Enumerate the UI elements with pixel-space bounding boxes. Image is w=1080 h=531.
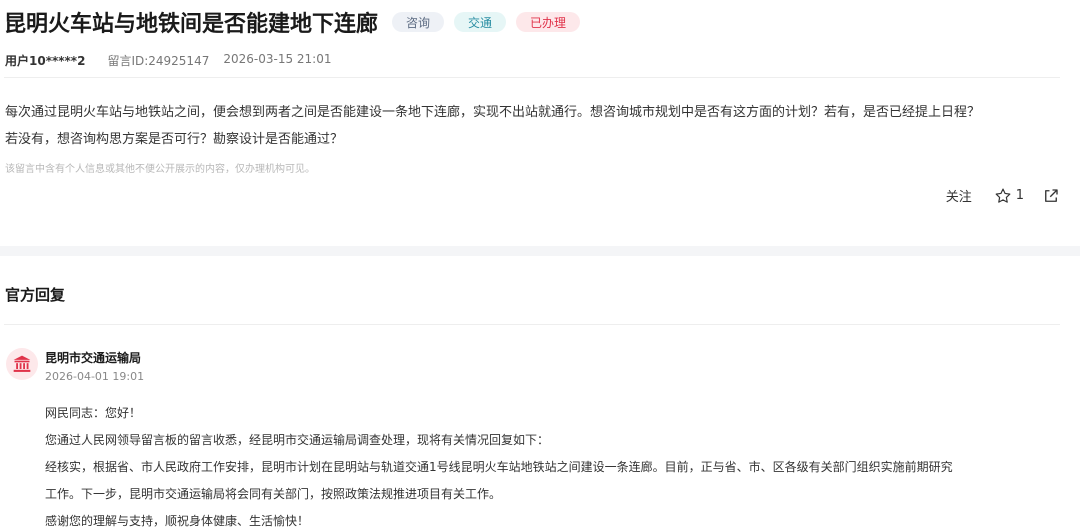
reply-line: 网民同志：您好！ <box>45 406 142 420</box>
message-body-line: 若没有，想咨询构思方案是否可行？勘察设计是否能通过？ <box>5 132 344 147</box>
section-separator <box>0 246 1080 256</box>
page-title: 昆明火车站与地铁间是否能建地下连廊 <box>4 12 379 37</box>
reply-line: 感谢您的理解与支持，顺祝身体健康、生活愉快！ <box>45 514 310 528</box>
government-building-icon <box>13 355 31 372</box>
message-time: 2026-03-15 21:01 <box>223 52 332 66</box>
tag-traffic[interactable]: 交通 <box>454 12 507 32</box>
section-title: 官方回复 <box>5 286 66 304</box>
reply-line: 经核实，根据省、市人民政府工作安排，昆明市计划在昆明站与轨道交通1号线昆明火车站… <box>45 460 953 474</box>
message-body-line: 每次通过昆明火车站与地铁站之间，便会想到两者之间是否能建设一条地下连廊，实现不出… <box>5 105 981 120</box>
message-header: 昆明火车站与地铁间是否能建地下连廊 咨询 交通 已办理 <box>4 6 581 38</box>
message-meta: 用户10*****2 留言ID:24925147 2026-03-15 21:0… <box>5 52 331 69</box>
tag-consult[interactable]: 咨询 <box>392 12 445 32</box>
divider <box>4 77 1060 78</box>
divider <box>4 324 1060 325</box>
share-icon <box>1045 188 1058 202</box>
like-button[interactable]: 1 <box>994 187 1024 205</box>
message-actions: 关注 1 <box>946 186 1060 205</box>
like-count: 1 <box>1015 188 1024 203</box>
share-button[interactable] <box>1042 187 1060 205</box>
message-user: 用户10*****2 <box>5 54 86 68</box>
follow-button[interactable]: 关注 <box>946 186 972 205</box>
star-icon <box>995 188 1011 203</box>
reply-time: 2026-04-01 19:01 <box>45 370 145 383</box>
reply-org-name: 昆明市交通运输局 <box>45 351 142 365</box>
reply-line: 工作。下一步，昆明市交通运输局将会同有关部门，按照政策法规推进项目有关工作。 <box>45 487 502 501</box>
privacy-notice: 该留言中含有个人信息或其他不便公开展示的内容，仅办理机构可见。 <box>5 164 315 175</box>
reply-line: 您通过人民网领导留言板的留言收悉，经昆明市交通运输局调查处理，现将有关情况回复如… <box>45 433 550 447</box>
avatar <box>6 348 38 380</box>
status-badge: 已办理 <box>516 12 581 32</box>
message-id: 留言ID:24925147 <box>107 54 210 68</box>
